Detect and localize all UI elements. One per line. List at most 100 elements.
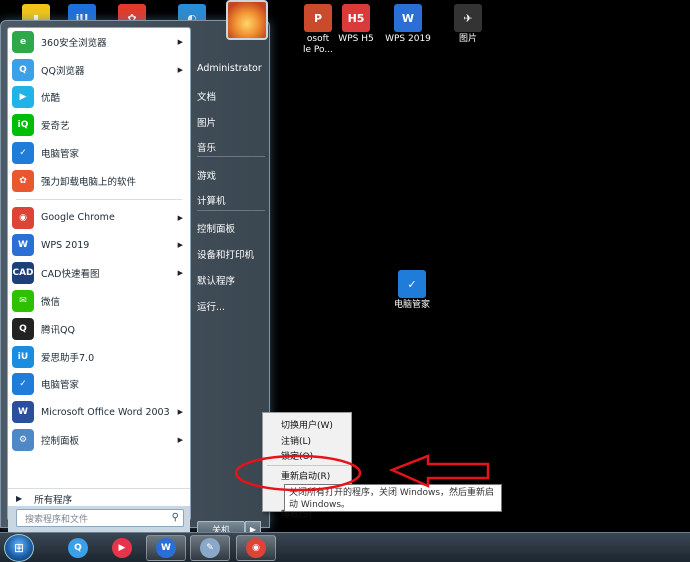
i4-icon: iU <box>12 345 34 368</box>
program-label: 强力卸载电脑上的软件 <box>41 176 137 188</box>
program-label: 爱奇艺 <box>41 121 70 133</box>
wps-icon: W <box>12 234 34 257</box>
start-menu-programs-pane: e 360安全浏览器 ▶ Q QQ浏览器 ▶ ▶ 优酷 iQ 爱奇艺 ✓ 电脑管家 ✿ 强力卸载电脑上的软… <box>7 27 191 532</box>
program-item[interactable]: ✓ 电脑管家 <box>8 371 190 399</box>
control-panel-icon: ⚙ <box>12 429 34 452</box>
program-item[interactable]: Q 腾讯QQ <box>8 315 190 343</box>
submenu-arrow-icon[interactable]: ▶ <box>178 38 183 46</box>
program-label: Microsoft Office Word 2003 <box>41 406 170 418</box>
desktop-app-icon: H5 <box>342 4 370 32</box>
360-browser-icon: e <box>12 30 34 53</box>
program-item[interactable]: ✉ 微信 <box>8 287 190 315</box>
places-item[interactable]: 设备和打印机 <box>197 247 254 261</box>
submenu-arrow-icon[interactable]: ▶ <box>178 269 183 277</box>
qq-icon: Q <box>12 317 34 340</box>
program-label: 360安全浏览器 <box>41 37 107 49</box>
start-menu: e 360安全浏览器 ▶ Q QQ浏览器 ▶ ▶ 优酷 iQ 爱奇艺 ✓ 电脑管家 ✿ 强力卸载电脑上的软… <box>0 20 270 538</box>
submenu-arrow-icon[interactable]: ▶ <box>178 436 183 444</box>
desktop-icon[interactable]: H5 WPS H5 <box>328 4 384 45</box>
taskbar-button[interactable]: ▶ <box>102 535 142 561</box>
submenu-arrow-icon[interactable]: ▶ <box>178 241 183 249</box>
places-item[interactable]: 运行... <box>197 299 225 313</box>
chrome-icon: ◉ <box>12 206 34 229</box>
desktop-icon[interactable]: ✈ 图片 <box>440 4 496 45</box>
program-label: QQ浏览器 <box>41 65 85 77</box>
restart-tooltip: 关闭所有打开的程序，关闭 Windows，然后重新启动 Windows。 <box>284 484 502 512</box>
user-avatar[interactable] <box>226 0 268 40</box>
program-label: 优酷 <box>41 93 61 105</box>
pc-manager-icon: ✓ <box>12 142 34 165</box>
word-icon: W <box>12 401 34 424</box>
youku-icon: ▶ <box>112 538 132 558</box>
places-item[interactable]: 图片 <box>197 115 216 129</box>
pc-manager-icon: ✓ <box>12 373 34 396</box>
triangle-right-icon: ▶ <box>16 494 23 503</box>
qq-browser-icon: Q <box>68 538 88 558</box>
youku-icon: ▶ <box>12 86 34 109</box>
taskbar-button[interactable]: Q <box>58 535 98 561</box>
wps-icon: W <box>156 538 176 558</box>
divider <box>267 465 349 466</box>
search-icon[interactable]: ⚲ <box>172 512 179 523</box>
places-item[interactable]: 文档 <box>197 89 216 103</box>
program-item[interactable]: ✓ 电脑管家 <box>8 139 190 167</box>
shutdown-menu-item[interactable]: 切换用户(W) <box>281 418 333 431</box>
submenu-arrow-icon[interactable]: ▶ <box>178 214 183 222</box>
program-item[interactable]: W WPS 2019 ▶ <box>8 232 190 260</box>
program-label: 电脑管家 <box>41 380 80 392</box>
taskbar-button[interactable]: W <box>146 535 186 561</box>
control-panel-icon: ✎ <box>200 538 220 558</box>
all-programs-button[interactable]: ▶ 所有程序 <box>8 488 190 508</box>
program-item[interactable]: iQ 爱奇艺 <box>8 111 190 139</box>
program-item[interactable]: CAD CAD快速看图 ▶ <box>8 259 190 287</box>
places-item[interactable]: 计算机 <box>197 193 226 207</box>
desktop-icon-pc-manager[interactable]: ✓ 电脑管家 <box>384 270 440 311</box>
windows-logo-icon: ⊞ <box>13 541 25 555</box>
desktop-app-icon: W <box>394 4 422 32</box>
submenu-arrow-icon[interactable]: ▶ <box>178 66 183 74</box>
places-item[interactable]: 音乐 <box>197 140 216 154</box>
desktop-icon-label: WPS H5 <box>338 34 374 44</box>
start-button[interactable]: ⊞ <box>4 534 34 562</box>
program-item[interactable]: ✿ 强力卸载电脑上的软件 <box>8 167 190 195</box>
taskbar-button[interactable]: ◉ <box>236 535 276 561</box>
annotation-arrow <box>388 454 490 488</box>
program-label: CAD快速看图 <box>41 269 100 281</box>
uninstall-icon: ✿ <box>12 169 34 192</box>
desktop-icon-label: WPS 2019 <box>385 34 431 44</box>
divider <box>197 156 265 157</box>
places-item[interactable]: Administrator <box>197 63 262 74</box>
divider <box>16 198 182 200</box>
wechat-icon: ✉ <box>12 290 34 313</box>
program-item[interactable]: iU 爱思助手7.0 <box>8 343 190 371</box>
chrome-icon: ◉ <box>246 538 266 558</box>
program-label: 爱思助手7.0 <box>41 352 95 364</box>
program-item[interactable]: W Microsoft Office Word 2003 ▶ <box>8 398 190 426</box>
program-item[interactable]: ▶ 优酷 <box>8 84 190 112</box>
program-item[interactable]: ◉ Google Chrome ▶ <box>8 204 190 232</box>
taskbar-button[interactable]: ✎ <box>190 535 230 561</box>
program-item[interactable]: e 360安全浏览器 ▶ <box>8 28 190 56</box>
cad-icon: CAD <box>12 262 34 285</box>
shutdown-menu-item[interactable]: 重新启动(R) <box>281 469 330 482</box>
program-item[interactable]: Q QQ浏览器 ▶ <box>8 56 190 84</box>
shutdown-menu-item[interactable]: 注销(L) <box>281 434 311 447</box>
start-search-input[interactable]: 搜索程序和文件 ⚲ <box>16 509 184 527</box>
divider <box>197 210 265 211</box>
taskbar: ⊞ Q ▶ W ✎ ◉ <box>0 532 690 562</box>
program-label: WPS 2019 <box>41 239 90 251</box>
program-label: Google Chrome <box>41 212 115 224</box>
program-label: 电脑管家 <box>41 149 80 161</box>
program-label: 微信 <box>41 297 61 309</box>
submenu-arrow-icon[interactable]: ▶ <box>178 408 183 416</box>
search-area: 搜索程序和文件 ⚲ <box>8 506 190 532</box>
shutdown-menu-item[interactable]: 锁定(O) <box>281 449 313 462</box>
desktop-icon[interactable]: W WPS 2019 <box>380 4 436 45</box>
pc-manager-icon: ✓ <box>398 270 426 298</box>
places-item[interactable]: 控制面板 <box>197 221 235 235</box>
program-item[interactable]: ⚙ 控制面板 ▶ <box>8 426 190 454</box>
program-label: 控制面板 <box>41 436 80 448</box>
places-item[interactable]: 游戏 <box>197 168 216 182</box>
desktop-app-icon: ✈ <box>454 4 482 32</box>
places-item[interactable]: 默认程序 <box>197 273 235 287</box>
